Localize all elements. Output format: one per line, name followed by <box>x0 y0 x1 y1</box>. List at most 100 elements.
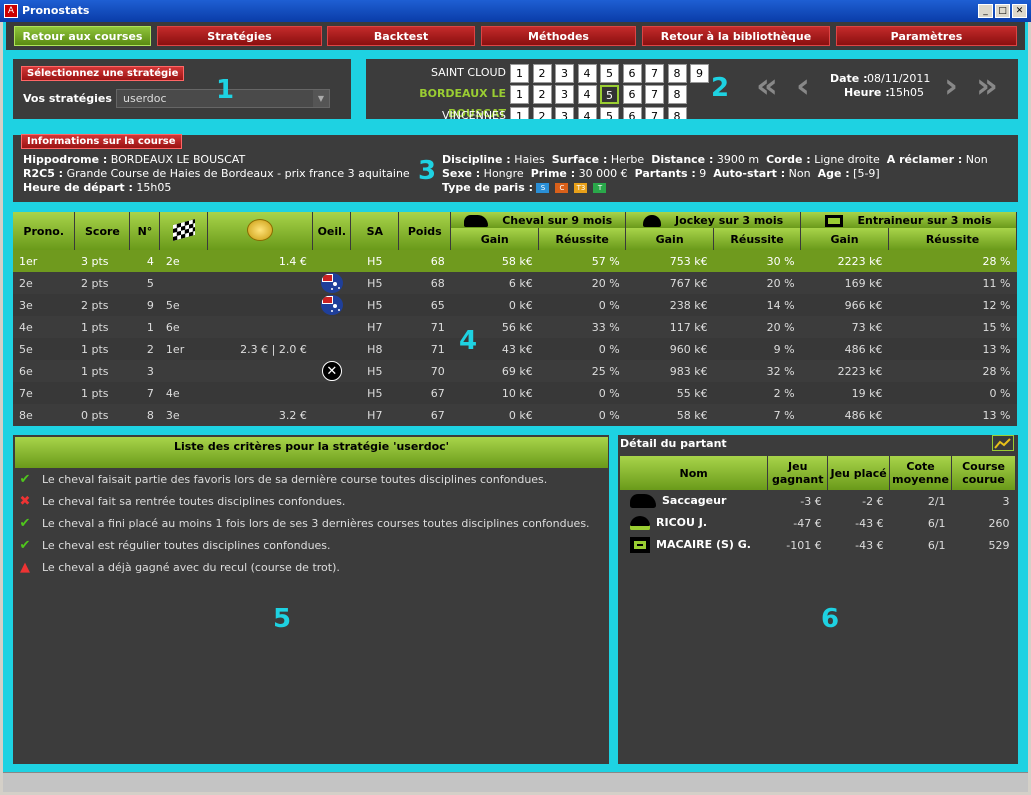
cell-oeil <box>312 316 351 338</box>
col-poids[interactable]: Poids <box>398 212 452 250</box>
table-row[interactable]: 3e 2 pts 9 5e H5 65 0 k€ 0 % 238 k€ 14 % 966 k€ 12 … <box>13 294 1017 316</box>
col-jockey-gain[interactable]: Gain <box>625 228 715 250</box>
coins-icon[interactable] <box>207 212 314 250</box>
warning-icon: ▲ <box>20 560 30 575</box>
detail-row[interactable]: Saccageur -3 € -2 € 2/1 3 <box>620 490 1016 512</box>
col-entraineur-reussite[interactable]: Réussite <box>888 228 1017 250</box>
col-entraineur-gain[interactable]: Gain <box>800 228 889 250</box>
race-number-button[interactable]: 7 <box>645 64 664 83</box>
next-day-icon[interactable]: › <box>944 69 958 103</box>
table-row[interactable]: 2e 2 pts 5 H5 68 6 k€ 20 % 767 k€ 20 % 169 k€ 11 % <box>13 272 1017 294</box>
first-day-icon[interactable]: « <box>756 69 778 103</box>
age-value: [5-9] <box>853 167 880 180</box>
date-label: Date : <box>830 72 868 85</box>
race-number-button[interactable]: 2 <box>532 85 552 104</box>
race-number-button[interactable]: 3 <box>555 64 574 83</box>
australia-flag-icon <box>320 295 343 315</box>
race-number-button[interactable]: 1 <box>510 107 529 119</box>
paris-label: Type de paris : <box>442 181 533 194</box>
col-jockey-reussite[interactable]: Réussite <box>713 228 802 250</box>
cell-er: 28 % <box>888 360 1017 382</box>
table-row[interactable]: 4e 1 pts 1 6e H7 71 56 k€ 33 % 117 k€ 20 % 73 k€ 15… <box>13 316 1017 338</box>
col-cheval-reussite[interactable]: Réussite <box>538 228 627 250</box>
detail-col-jeu-gagnant[interactable]: Jeu gagnant <box>767 456 829 490</box>
detail-name: MACAIRE (S) G. <box>656 538 751 551</box>
col-oeil[interactable]: Oeil. <box>312 212 352 250</box>
minimize-button[interactable]: _ <box>978 4 993 18</box>
col-num[interactable]: N° <box>129 212 161 250</box>
cell-prono: 3e <box>13 294 75 316</box>
chevron-down-icon[interactable]: ▼ <box>313 90 329 107</box>
race-number-button[interactable]: 6 <box>622 85 642 104</box>
chart-icon[interactable] <box>992 435 1014 451</box>
nav-strategies-button[interactable]: Stratégies <box>157 26 322 46</box>
track-name-vincennes[interactable]: VINCENNES <box>366 106 506 119</box>
track-name-saint-cloud[interactable]: SAINT CLOUD <box>366 63 506 85</box>
table-row[interactable]: 6e 1 pts 3 ✕ H5 70 69 k€ 25 % 983 k€ 32 % 2223 k€ 2… <box>13 360 1017 382</box>
race-number-button[interactable]: 7 <box>645 107 664 119</box>
detail-row[interactable]: MACAIRE (S) G. -101 € -43 € 6/1 529 <box>620 534 1016 556</box>
detail-col-cote[interactable]: Cote moyenne <box>889 456 953 490</box>
nav-parametres-button[interactable]: Paramètres <box>836 26 1017 46</box>
close-circle-icon: ✕ <box>321 361 342 381</box>
race-number-button[interactable]: 3 <box>555 107 574 119</box>
cell-jr: 20 % <box>713 272 801 294</box>
table-row[interactable]: 7e 1 pts 7 4e H5 67 10 k€ 0 % 55 k€ 2 % 19 k€ 0 % <box>13 382 1017 404</box>
nav-bibliotheque-button[interactable]: Retour à la bibliothèque <box>642 26 830 46</box>
col-cheval: Cheval sur 9 mois <box>450 212 627 228</box>
cell-prono: 5e <box>13 338 75 360</box>
race-number-button[interactable]: 8 <box>667 107 687 119</box>
runners-table: Prono. Score N° Oeil. SA Poids Cheval su… <box>13 212 1017 426</box>
criteria-text: Le cheval fait sa rentrée toutes discipl… <box>42 495 346 508</box>
race-number-button[interactable]: 9 <box>690 64 709 83</box>
last-day-icon[interactable]: » <box>976 69 998 103</box>
maximize-button[interactable]: □ <box>995 4 1010 18</box>
col-score[interactable]: Score <box>74 212 131 250</box>
col-sa[interactable]: SA <box>350 212 400 250</box>
close-button[interactable]: ✕ <box>1012 4 1027 18</box>
col-cheval-gain[interactable]: Gain <box>450 228 540 250</box>
detail-col-jeu-place[interactable]: Jeu placé <box>827 456 891 490</box>
race-number-button[interactable]: 2 <box>532 107 552 119</box>
race-number-button[interactable]: 4 <box>577 85 597 104</box>
nav-methodes-button[interactable]: Méthodes <box>481 26 636 46</box>
race-number-button[interactable]: 5 <box>600 107 619 119</box>
detail-name: RICOU J. <box>656 516 708 529</box>
race-number-button[interactable]: 6 <box>622 107 642 119</box>
table-row[interactable]: 1er 3 pts 4 2e 1.4 € H5 68 58 k€ 57 % 753 k€ 30 % 2… <box>13 250 1017 272</box>
nav-retour-courses-button[interactable]: Retour aux courses <box>14 26 151 46</box>
race-number-button[interactable]: 6 <box>622 64 642 83</box>
surface-value: Herbe <box>610 153 645 166</box>
trainer-icon <box>825 214 844 227</box>
race-number-button[interactable]: 4 <box>577 107 597 119</box>
previous-day-icon[interactable]: ‹ <box>796 69 810 103</box>
race-number-button[interactable]: 5 <box>600 64 619 83</box>
nav-backtest-button[interactable]: Backtest <box>327 26 475 46</box>
paris-tags: S C T3 T <box>536 181 612 194</box>
race-number-button[interactable]: 1 <box>510 85 529 104</box>
detail-col-course[interactable]: Course courue <box>951 456 1016 490</box>
table-row[interactable]: 8e 0 pts 8 3e 3.2 € H7 67 0 k€ 0 % 58 k€ 7 % 486 k€… <box>13 404 1017 426</box>
cell-cr: 57 % <box>538 250 626 272</box>
race-number-button[interactable]: 2 <box>532 64 552 83</box>
criteria-text: Le cheval est régulier toutes discipline… <box>42 539 331 552</box>
race-number-button[interactable]: 8 <box>667 64 687 83</box>
race-number-button[interactable]: 4 <box>577 64 597 83</box>
checkered-flag-icon[interactable] <box>159 212 209 250</box>
race-number-button[interactable]: 5 <box>600 85 619 104</box>
race-number-button[interactable]: 7 <box>645 85 664 104</box>
cell-oeil <box>312 382 351 404</box>
cell-sa: H8 <box>350 338 399 360</box>
col-prono[interactable]: Prono. <box>13 212 76 250</box>
cell-jr: 9 % <box>713 338 801 360</box>
race-number-button[interactable]: 3 <box>555 85 574 104</box>
cell-er: 0 % <box>888 382 1017 404</box>
race-number-button[interactable]: 8 <box>667 85 687 104</box>
detail-row[interactable]: RICOU J. -47 € -43 € 6/1 260 <box>620 512 1016 534</box>
cell-last: 3e <box>159 404 208 426</box>
race-number-button[interactable]: 1 <box>510 64 529 83</box>
track-name-bordeaux[interactable]: BORDEAUX LE BOUSCAT <box>366 84 506 119</box>
cell-last <box>159 360 208 382</box>
detail-col-nom[interactable]: Nom <box>620 456 769 490</box>
table-row[interactable]: 5e 1 pts 2 1er 2.3 € | 2.0 € H8 71 43 k€ 0 % 960 … <box>13 338 1017 360</box>
